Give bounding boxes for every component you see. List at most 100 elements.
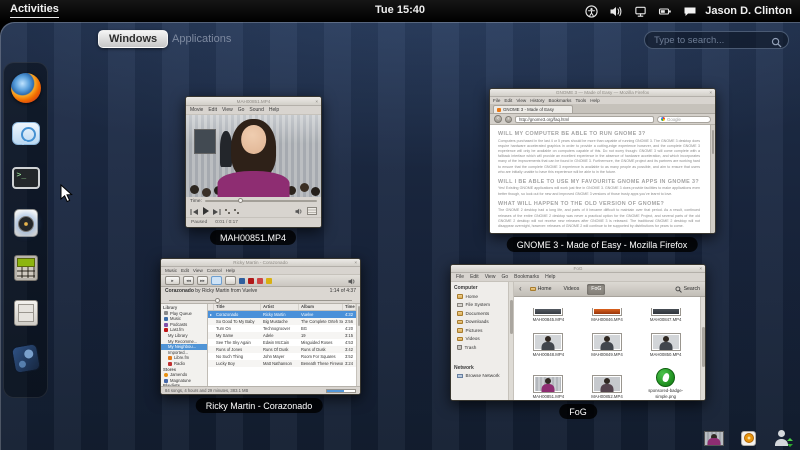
battery-icon[interactable] [658,5,672,18]
google-icon [661,117,665,121]
video-preview-tray-icon[interactable] [704,430,724,446]
navigation-bar: ‹ › http://gnome3.org/faq.html Google [490,114,715,125]
web-search-field: Google [657,115,711,123]
dash-item-file-manager[interactable] [10,297,42,329]
top-bar: Activities Tue 15:40 Jason D. Clinton [0,0,800,22]
sidebar-header: Computer [454,285,478,291]
user-status-tray-icon[interactable] [773,430,793,447]
media-player-tray-icon[interactable] [741,430,756,446]
menu-item: View [516,98,527,103]
dash-item-movie-player[interactable] [10,342,42,374]
page-paragraph: Computers purchased in the last 4 or 5 y… [498,138,700,174]
tab-windows[interactable]: Windows [98,30,169,48]
tab-strip: GNOME 3 - Made of Easy [490,105,715,114]
menu-item: Control [206,268,222,273]
speaker-icon [13,209,38,237]
file-item: sponsored-badge-simple.png [639,358,692,400]
volume-icon[interactable] [609,5,623,18]
menu-item: View [221,107,233,113]
close-icon: × [315,99,318,104]
table-row: See The Sky Again Edwin McCain Misguided R… [216,340,353,345]
menu-item: Help [545,274,556,280]
close-icon: × [709,90,712,95]
table-row: No Such Thing John Mayer Room For Squares 3… [216,354,353,359]
shuffle-icon [225,208,230,214]
window-rhythmbox[interactable]: Ricky Martin - Corazonado × Music Edit Vi… [160,258,361,395]
page-content: WILL MY COMPUTER BE ABLE TO RUN GNOME 3?… [490,125,710,233]
menu-item: View [484,274,496,280]
presence-arrows-icon [787,438,793,447]
window-caption: FoG [559,404,597,419]
forward-icon: › [505,115,512,123]
dash-item-rhythmbox[interactable] [10,207,42,239]
back-icon: ‹ [494,115,502,123]
menu-item: File [493,98,501,103]
record-icon [257,277,263,284]
window-file-manager[interactable]: FoG × File Edit View Go Bookmarks Help Co… [450,264,706,401]
search-input[interactable] [645,32,788,48]
sidebar-item: Videos [451,335,508,344]
menu-item: Help [225,268,236,273]
file-item: MAH00846.MP4 [581,298,634,323]
favorite-icon [248,277,254,284]
scrollbar [700,297,705,400]
dash-item-firefox[interactable] [10,72,42,104]
status-area: Jason D. Clinton [585,0,792,22]
folder-icon [457,294,463,299]
dash-item-terminal[interactable] [10,162,42,194]
background-screen [194,128,216,154]
sidebar-item: Downloads [451,318,508,327]
page-paragraph: The GNOME 2 desktop had a long life, and… [498,208,700,228]
close-icon: × [699,266,702,271]
sidebar-item: Trash [451,343,508,352]
calculator-icon [13,255,38,281]
video-thumbnail [591,374,622,393]
dash [3,62,48,398]
dash-item-calculator[interactable] [10,252,42,284]
menu-item: History [530,98,545,103]
sidebar-header: Network [454,364,474,371]
gnome-badge-image [656,368,676,388]
tab-applications[interactable]: Applications [172,33,231,45]
now-playing-bar: Corazonado by Ricky Martin from Vuelve 1… [161,287,360,298]
dash-item-empathy[interactable] [10,117,42,149]
path-button-videos: Videos [563,286,580,292]
sidebar-item: Home [451,292,508,301]
file-grid: MAH00845.MP4 MAH00846.MP4 MAH00847.MP4 M… [514,297,700,400]
totem-menubar: Movie Edit View Go Sound Help [186,106,321,115]
display-icon[interactable] [634,5,647,18]
table-row: Runs of Jones Runs Of Dusk Runs of Dusk 3:4… [208,346,356,353]
browse-icon [239,277,245,284]
playlist-toggle-icon [307,207,317,215]
menu-item: Movie [190,107,204,113]
window-caption: Ricky Martin - Corazonado [195,398,323,413]
accessibility-icon[interactable] [585,4,598,18]
user-menu[interactable]: Jason D. Clinton [705,5,792,17]
menu-item: Help [268,107,280,113]
page-heading: WILL I BE ABLE TO USE MY FAVOURITE GNOME… [498,178,700,185]
presenter-body [217,171,290,197]
window-firefox[interactable]: GNOME 3 — Made of Easy — Mozilla Firefox… [489,88,716,234]
video-thumbnail [533,333,564,352]
volume-icon [348,272,356,290]
window-caption: MAH00851.MP4 [209,230,297,245]
close-icon: × [354,260,357,265]
sidebar-item: File System [451,301,508,310]
scrollbar [356,304,360,386]
play-button: ▸ [165,276,180,285]
firefox-icon [10,73,41,103]
empathy-icon [11,121,40,145]
repeat-icon [234,208,239,214]
menu-item: Sound [249,107,264,113]
menu-item: Edit [181,268,189,273]
window-totem[interactable]: MAH00851.MP4 × Movie Edit View Go Sound H… [185,96,322,228]
nautilus-menubar: File Edit View Go Bookmarks Help [451,273,705,282]
playback-controls [186,205,321,217]
rhythmbox-toolbar: ▸ ◂◂ ▸▸ [161,275,360,287]
menu-item: Tools [575,98,587,103]
folder-icon [457,311,463,316]
track-position: 1:14 of 4:37 [329,288,356,294]
video-thumbnail [650,333,681,352]
chat-icon[interactable] [683,5,697,18]
track-list: Title Artist Album Time CorazonadoRicky … [208,304,360,386]
